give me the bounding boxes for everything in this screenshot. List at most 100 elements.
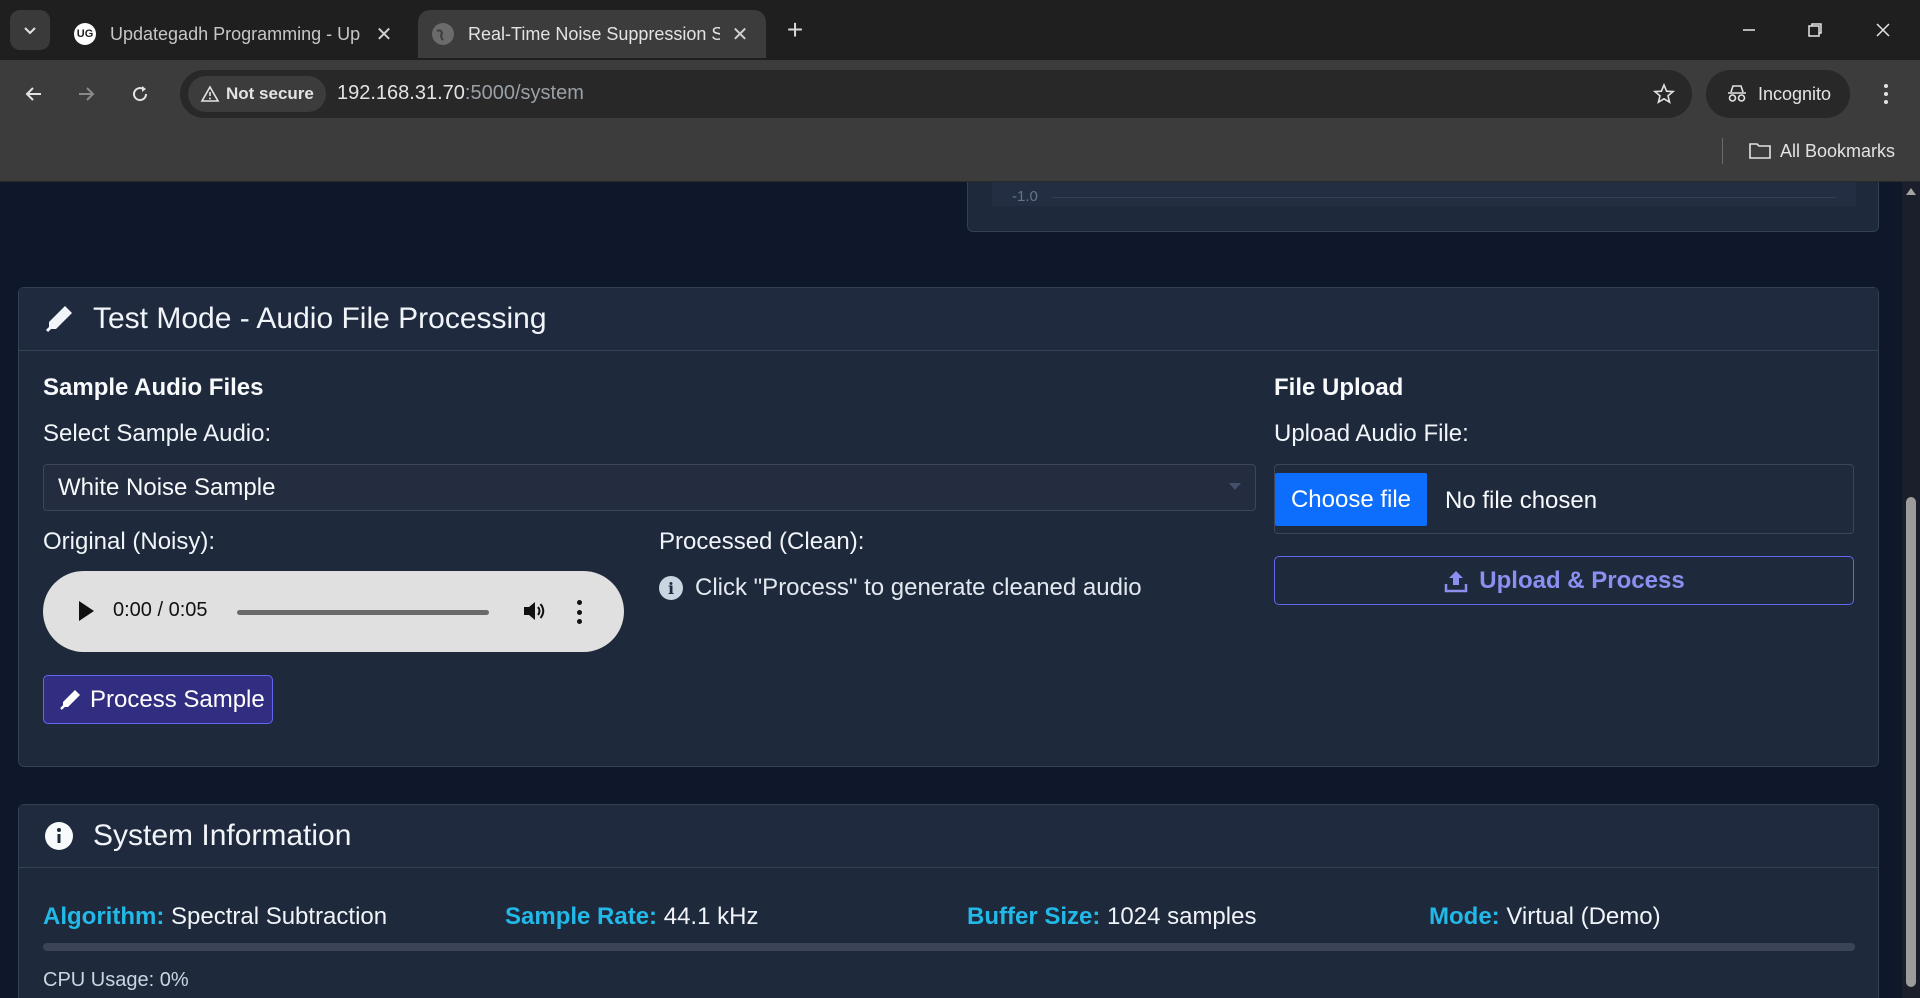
sample-rate-info: Sample Rate: 44.1 kHz [505,903,758,931]
back-button[interactable] [14,74,54,114]
info-circle-icon [43,820,75,852]
play-icon[interactable] [79,601,94,621]
waveform-chart-card: -1.0 [967,182,1879,232]
warning-triangle-icon [200,85,220,102]
forward-arrow-icon [79,87,95,101]
process-sample-button[interactable]: Process Sample [43,675,273,724]
processed-hint: i Click "Process" to generate cleaned au… [659,574,1142,602]
algorithm-value: Spectral Subtraction [170,903,388,930]
system-info-header: System Information [19,805,1878,868]
url-path: :5000/system [464,82,584,104]
browser-tab-noise-suppression[interactable]: Real-Time Noise Suppression Sy ✕ [418,10,766,58]
waveform-chart-plot: -1.0 [992,182,1856,206]
audio-time: 0:00 / 0:05 [113,599,208,621]
incognito-profile-button[interactable]: Incognito [1706,70,1850,118]
all-bookmarks-button[interactable]: All Bookmarks [1748,138,1895,164]
sample-audio-select[interactable]: White Noise Sample [43,464,1256,511]
processed-hint-text: Click "Process" to generate cleaned audi… [695,574,1142,601]
gridline [1052,197,1836,198]
flask-icon [43,303,75,335]
cpu-usage-bar [43,943,1855,951]
algorithm-info: Algorithm: Spectral Subtraction [43,903,387,931]
mode-value: Virtual (Demo) [1506,903,1661,930]
buffer-size-value: 1024 samples [1107,903,1257,930]
forward-button[interactable] [66,74,106,114]
sample-rate-key: Sample Rate: [505,903,658,930]
test-mode-header: Test Mode - Audio File Processing [19,288,1878,351]
sample-rate-value: 44.1 kHz [663,903,759,930]
browser-tab-strip: UG Updategadh Programming - Up ✕ Real-Ti… [0,0,1920,60]
restore-button[interactable] [1782,10,1848,50]
tab-search-button[interactable] [10,10,50,50]
reload-icon [133,86,148,102]
back-arrow-icon [25,87,41,101]
system-info-title: System Information [93,819,352,852]
original-noisy-label: Original (Noisy): [43,528,216,555]
restore-icon [1808,23,1822,37]
volume-icon[interactable] [521,598,547,624]
system-info-card: System Information Algorithm: Spectral S… [18,804,1879,998]
security-chip[interactable]: Not secure [188,76,326,112]
all-bookmarks-label: All Bookmarks [1780,140,1896,161]
security-label: Not secure [226,84,314,103]
selected-sample-value: White Noise Sample [58,474,276,501]
url-text: 192.168.31.70:5000/system [337,82,584,105]
info-icon: i [659,576,683,600]
browser-toolbar: Not secure 192.168.31.70:5000/system Inc… [0,60,1920,128]
minimize-button[interactable] [1716,10,1782,50]
bookmark-star-button[interactable] [1650,80,1678,108]
algorithm-key: Algorithm: [43,903,165,930]
original-audio-player[interactable]: 0:00 / 0:05 [43,571,624,652]
flask-icon [60,689,80,710]
process-sample-label: Process Sample [90,685,265,713]
close-window-button[interactable] [1850,10,1916,50]
test-mode-title: Test Mode - Audio File Processing [93,302,547,335]
star-icon [1653,83,1675,104]
processed-clean-label: Processed (Clean): [659,528,865,555]
audio-progress-slider[interactable] [237,610,489,615]
profile-label: Incognito [1758,83,1832,104]
address-bar[interactable]: Not secure 192.168.31.70:5000/system [180,70,1692,118]
chevron-down-icon [1229,483,1241,490]
scroll-up-arrow-icon[interactable] [1906,188,1916,195]
upload-icon [1445,570,1468,592]
new-tab-button[interactable]: + [778,14,812,48]
upload-audio-label: Upload Audio File: [1274,420,1469,447]
page-scrollbar[interactable] [1902,182,1920,998]
globe-icon [432,23,454,45]
scrollbar-thumb[interactable] [1906,497,1916,987]
url-host: 192.168.31.70 [337,82,465,104]
audio-file-input[interactable]: Choose file No file chosen [1274,464,1854,534]
bookmarks-divider [1722,138,1723,164]
test-mode-card: Test Mode - Audio File Processing Sample… [18,287,1879,767]
minimize-icon [1743,29,1755,31]
choose-file-button[interactable]: Choose file [1275,473,1427,526]
no-file-chosen-text: No file chosen [1445,487,1598,514]
tab-title: Updategadh Programming - Up [110,23,361,44]
upload-process-button[interactable]: Upload & Process [1274,556,1854,605]
updategadh-favicon-icon: UG [74,23,96,45]
sample-audio-title: Sample Audio Files [43,374,264,401]
page-content: -1.0 Test Mode - Audio File Processing S… [0,182,1920,998]
y-tick-label: -1.0 [1012,188,1038,205]
mode-key: Mode: [1429,903,1500,930]
cpu-usage-label: CPU Usage: 0% [43,969,189,991]
select-sample-label: Select Sample Audio: [43,420,272,447]
buffer-size-info: Buffer Size: 1024 samples [967,903,1256,931]
folder-icon [1749,143,1771,159]
more-options-icon[interactable] [575,600,583,624]
upload-process-label: Upload & Process [1479,566,1685,594]
chevron-down-icon [24,27,36,35]
file-upload-title: File Upload [1274,374,1404,401]
browser-tab-updategadh[interactable]: UG Updategadh Programming - Up ✕ [60,10,410,58]
tab-title: Real-Time Noise Suppression Sy [468,23,720,44]
browser-menu-button[interactable] [1866,74,1906,114]
reload-button[interactable] [120,74,160,114]
buffer-size-key: Buffer Size: [967,903,1101,930]
mode-info: Mode: Virtual (Demo) [1429,903,1661,931]
incognito-icon [1728,85,1746,102]
tab-close-icon[interactable]: ✕ [372,22,396,47]
close-icon [1876,23,1890,37]
bookmarks-bar: All Bookmarks [0,128,1920,182]
tab-close-icon[interactable]: ✕ [728,22,752,47]
